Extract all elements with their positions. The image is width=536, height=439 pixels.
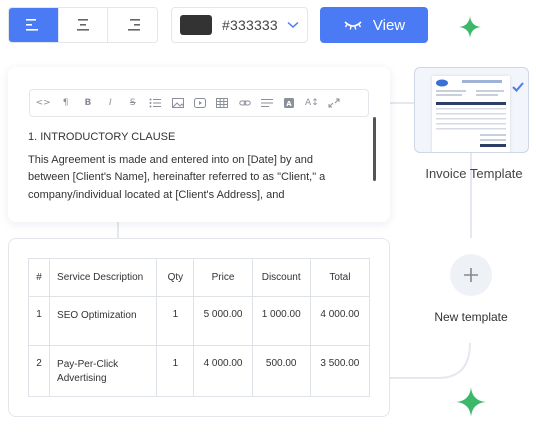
chevron-down-icon xyxy=(287,21,299,29)
cell-number: 1 xyxy=(27,296,51,346)
cell-price: 5 000.00 xyxy=(193,296,253,346)
plus-icon xyxy=(464,268,478,282)
align-left-button[interactable] xyxy=(9,8,59,42)
cell-discount: 1 000.00 xyxy=(251,296,311,346)
document-preview xyxy=(432,76,510,152)
paragraph-icon[interactable]: ¶ xyxy=(54,93,76,113)
table-icon[interactable] xyxy=(211,93,233,113)
svg-text:A: A xyxy=(287,100,293,108)
align-right-icon xyxy=(127,19,140,31)
fullscreen-icon[interactable] xyxy=(323,93,345,113)
cell-discount: 500.00 xyxy=(251,345,311,397)
align-center-button[interactable] xyxy=(58,8,109,42)
sparkle-icon xyxy=(459,16,481,38)
cell-description: SEO Optimization xyxy=(49,296,158,346)
check-icon xyxy=(512,82,524,92)
clause-line: This Agreement is made and entered into … xyxy=(28,153,313,166)
cell-price: 4 000.00 xyxy=(193,345,253,397)
text-color-icon[interactable]: A xyxy=(278,93,300,113)
strikethrough-icon[interactable]: S xyxy=(122,93,144,113)
editor-scrollbar[interactable] xyxy=(373,117,376,181)
template-name: Invoice Template xyxy=(425,166,523,181)
connector-editor-template xyxy=(388,102,415,104)
color-value: #333333 xyxy=(222,17,278,33)
connector-table-new xyxy=(388,343,471,379)
cell-qty: 1 xyxy=(156,296,195,346)
cell-qty: 1 xyxy=(156,345,195,397)
col-header-number: # xyxy=(27,258,51,297)
col-header-qty: Qty xyxy=(156,258,195,297)
align-left-icon xyxy=(26,19,39,31)
color-picker-dropdown[interactable]: #333333 xyxy=(171,7,308,43)
code-icon[interactable]: <> xyxy=(32,93,54,113)
eye-closed-icon xyxy=(344,21,362,30)
connector-template-add xyxy=(470,152,472,238)
col-header-description: Service Description xyxy=(49,258,158,297)
table-row[interactable]: 1 SEO Optimization 1 5 000.00 1 000.00 4… xyxy=(27,296,371,346)
clause-line: company/individual located at [Client's … xyxy=(28,188,285,201)
clause-heading: 1. INTRODUCTORY CLAUSE xyxy=(28,131,176,143)
document-editor-card: <> ¶ B I S A A↕ 1. INTRODUCTORY CLAUSE T… xyxy=(8,67,390,222)
document-preview-graphic xyxy=(436,79,506,147)
view-button-label: View xyxy=(372,16,406,34)
font-size-icon[interactable]: A↕ xyxy=(301,93,323,113)
list-icon[interactable] xyxy=(144,93,166,113)
invoice-template-thumbnail[interactable] xyxy=(414,67,529,153)
color-swatch xyxy=(180,15,212,35)
new-template-label: New template xyxy=(434,310,508,324)
cell-number: 2 xyxy=(27,345,51,397)
cell-description: Pay-Per-Click Advertising xyxy=(49,345,158,397)
col-header-discount: Discount xyxy=(251,258,311,297)
align-right-button[interactable] xyxy=(108,8,157,42)
editor-toolbar: <> ¶ B I S A A↕ xyxy=(29,89,369,117)
link-icon[interactable] xyxy=(234,93,256,113)
italic-icon[interactable]: I xyxy=(99,93,121,113)
cell-total: 4 000.00 xyxy=(309,296,371,346)
alignment-toggle-group xyxy=(8,7,158,43)
align-icon[interactable] xyxy=(256,93,278,113)
align-center-icon xyxy=(77,19,89,31)
sparkle-icon xyxy=(456,387,486,417)
table-row[interactable]: 2 Pay-Per-Click Advertising 1 4 000.00 50… xyxy=(27,345,371,397)
video-icon[interactable] xyxy=(189,93,211,113)
col-header-total: Total xyxy=(309,258,371,297)
add-template-button[interactable] xyxy=(450,254,492,296)
clause-line: between [Client's Name], hereinafter ref… xyxy=(28,171,326,183)
editor-content[interactable]: 1. INTRODUCTORY CLAUSE This Agreement is… xyxy=(28,129,368,204)
table-header-row: # Service Description Qty Price Discount… xyxy=(27,258,371,297)
col-header-price: Price xyxy=(193,258,253,297)
invoice-table: # Service Description Qty Price Discount… xyxy=(27,258,371,397)
bold-icon[interactable]: B xyxy=(77,93,99,113)
view-button[interactable]: View xyxy=(320,7,428,43)
connector-editor-table xyxy=(117,222,119,239)
image-icon[interactable] xyxy=(166,93,188,113)
cell-total: 3 500.00 xyxy=(309,345,371,397)
